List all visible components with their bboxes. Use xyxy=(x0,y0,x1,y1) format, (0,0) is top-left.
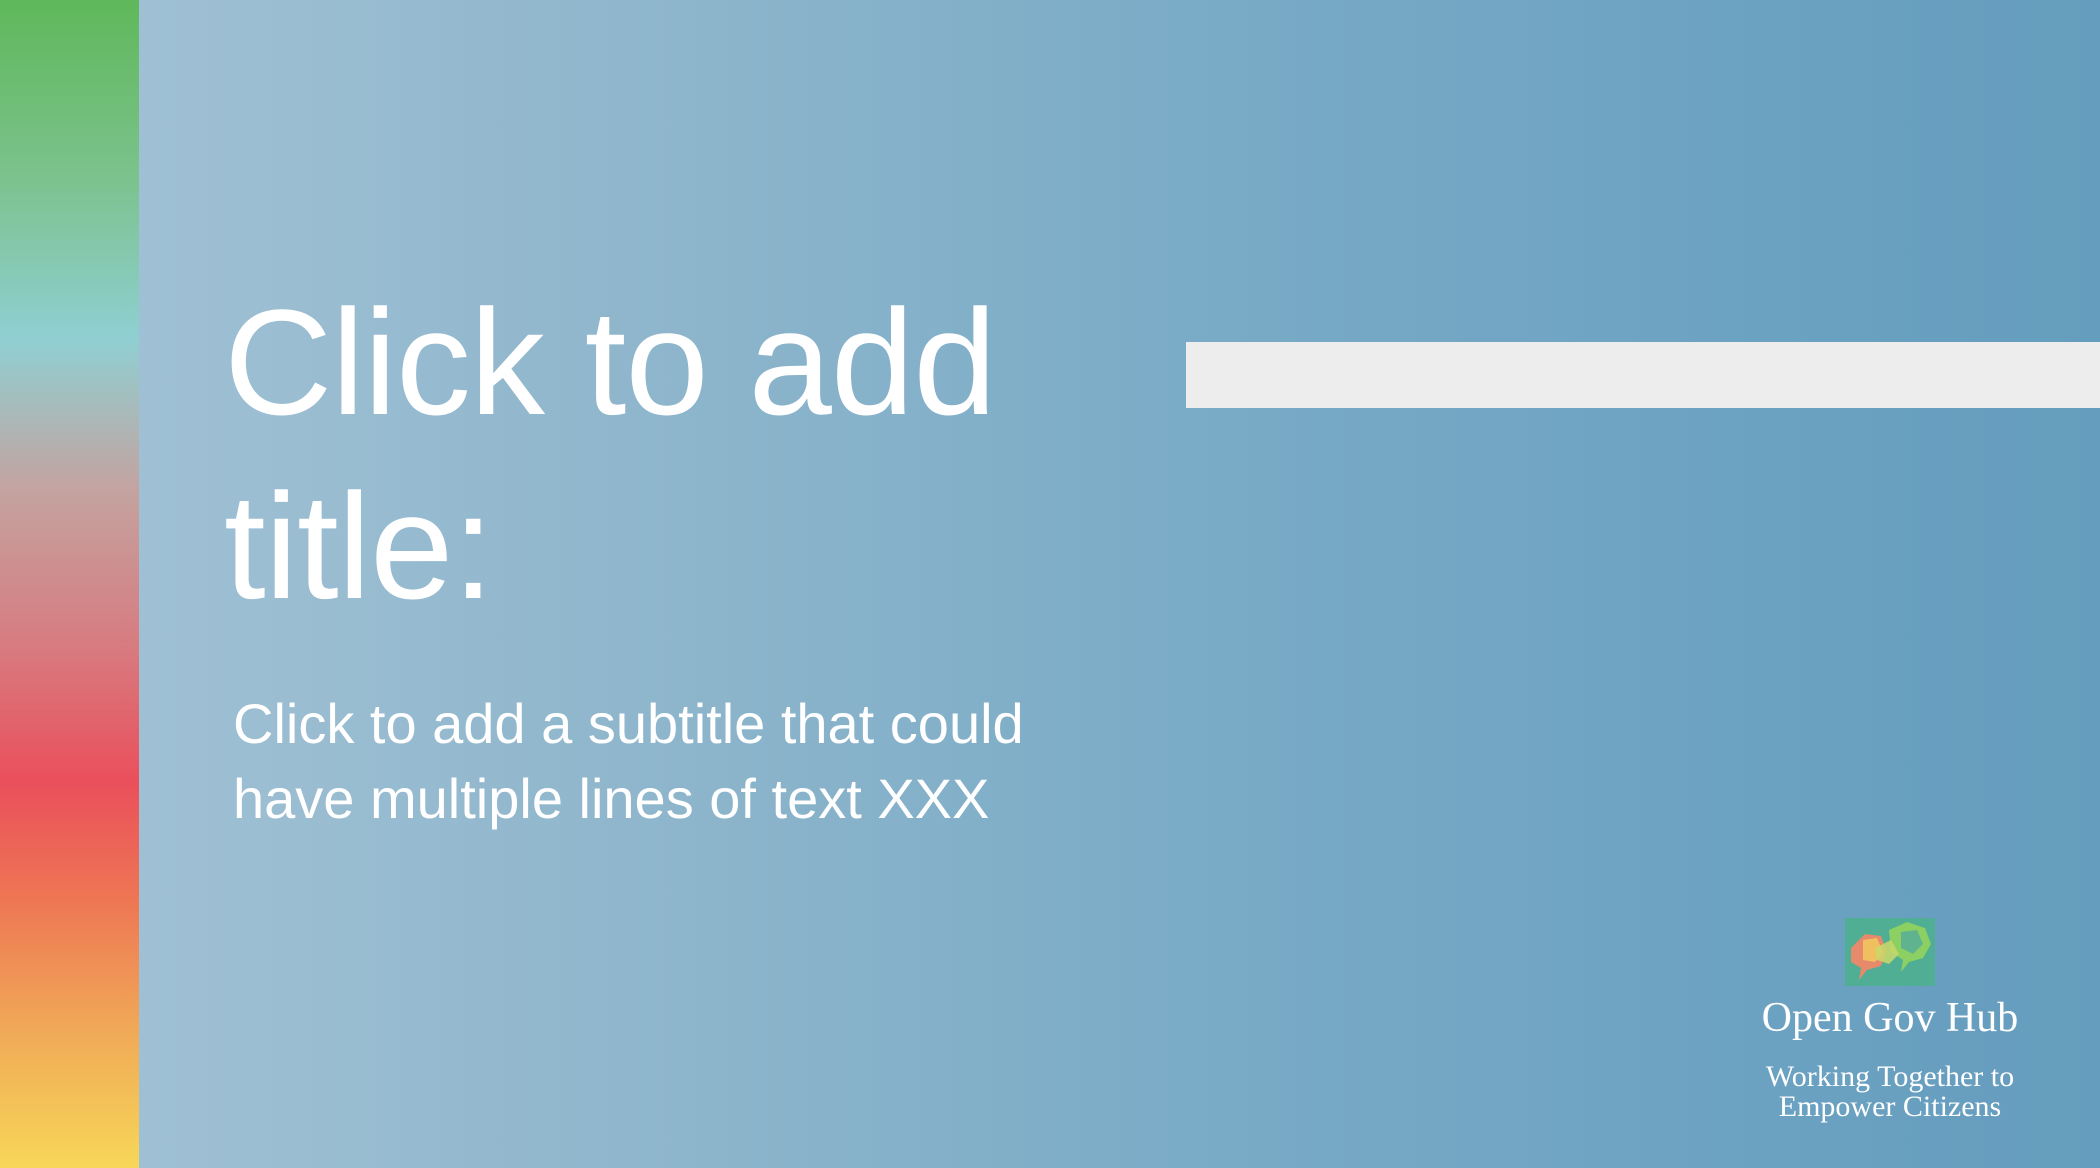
speech-bubbles-icon xyxy=(1845,918,1935,986)
logo-name: Open Gov Hub xyxy=(1761,995,2019,1041)
rainbow-strip xyxy=(0,0,139,1168)
subtitle-placeholder[interactable]: Click to add a subtitle that could have … xyxy=(233,686,1133,836)
title-placeholder[interactable]: Click to add title: xyxy=(224,270,1124,638)
slide-canvas: Click to add title: Click to add a subti… xyxy=(0,0,2100,1168)
open-gov-hub-logo: Open Gov Hub Working Together to Empower… xyxy=(1740,918,2040,1122)
logo-tagline-line2: Empower Citizens xyxy=(1778,1090,2002,1123)
logo-tagline-line1: Working Together to xyxy=(1765,1060,2015,1093)
accent-bar xyxy=(1186,342,2100,408)
